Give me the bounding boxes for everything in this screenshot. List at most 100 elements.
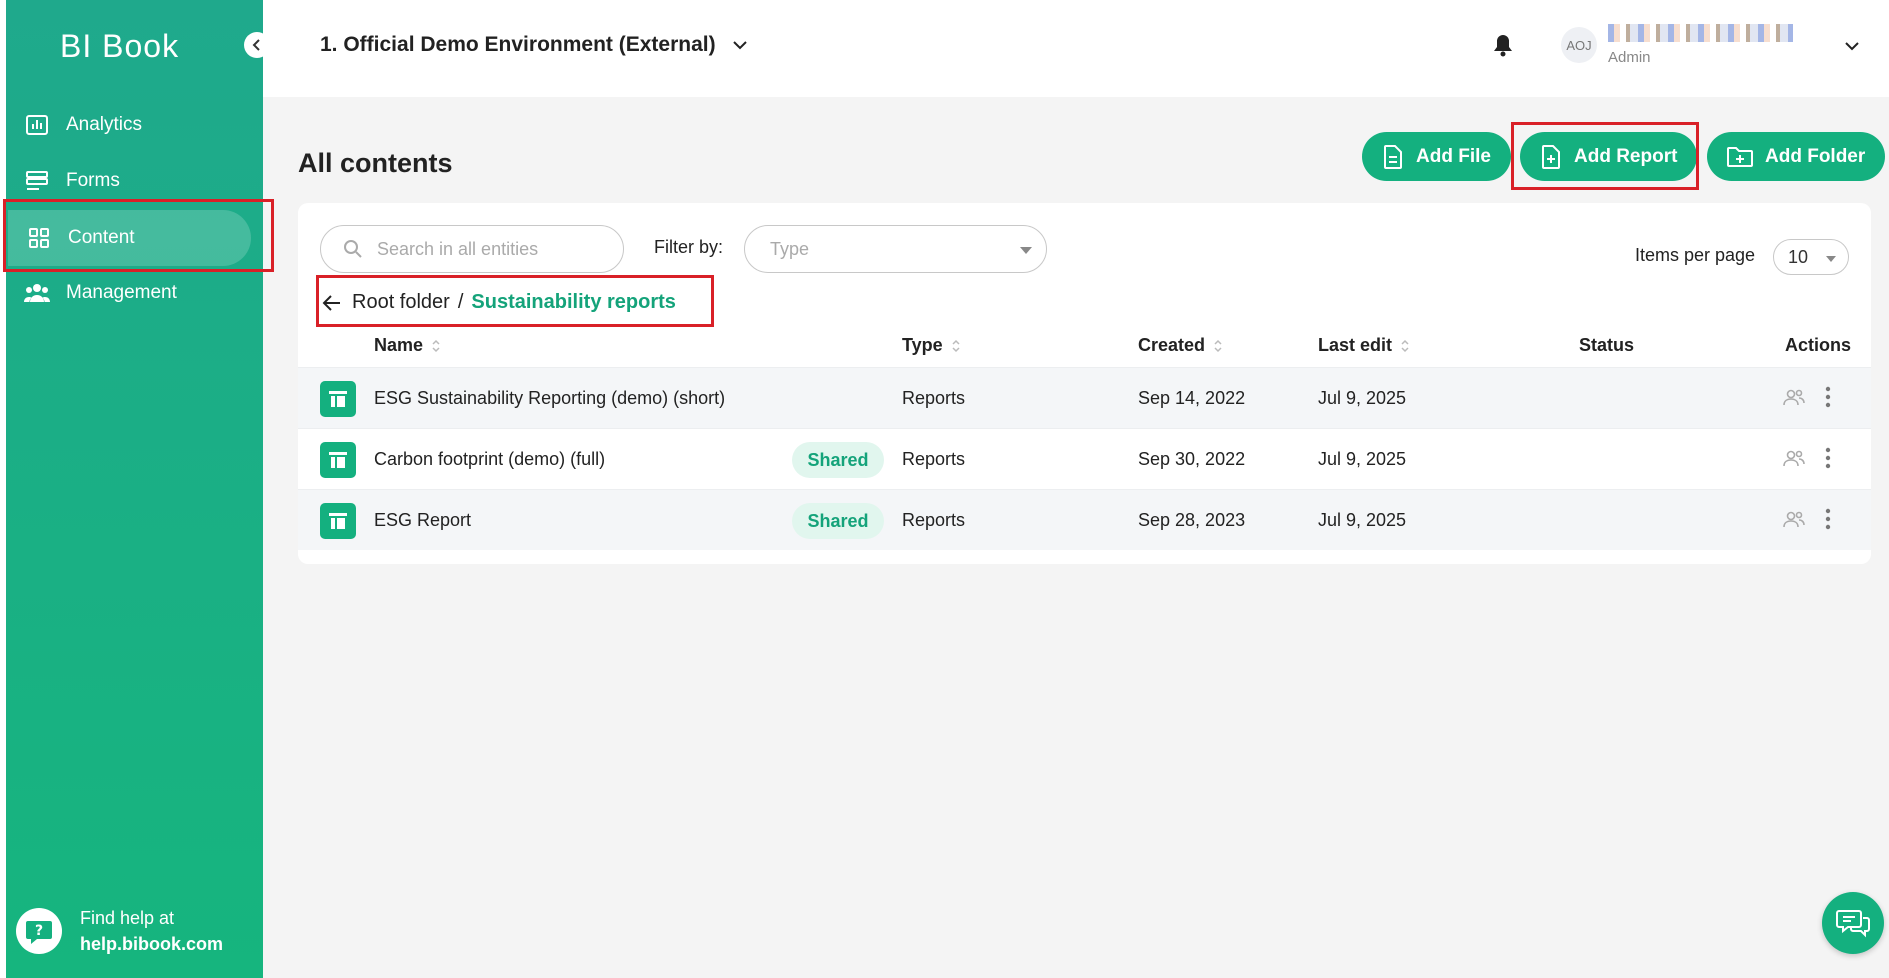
sidebar-item-forms[interactable]: Forms xyxy=(6,153,252,209)
add-folder-label: Add Folder xyxy=(1765,145,1866,167)
items-per-page-value: 10 xyxy=(1788,246,1809,267)
help-icon: ? xyxy=(16,908,62,954)
sidebar-item-management[interactable]: Management xyxy=(6,265,252,321)
sort-icon xyxy=(1401,339,1409,352)
add-report-button[interactable]: Add Report xyxy=(1520,132,1698,181)
breadcrumb-root[interactable]: Root folder xyxy=(352,291,450,314)
row-name[interactable]: ESG Report xyxy=(374,490,471,551)
column-type-label: Type xyxy=(902,335,943,355)
help-link[interactable]: ? Find help at help.bibook.com xyxy=(16,905,223,957)
chevron-down-icon xyxy=(1845,42,1859,51)
type-placeholder: Type xyxy=(770,238,810,259)
user-menu-toggle[interactable] xyxy=(1844,38,1860,56)
share-icon[interactable] xyxy=(1783,388,1805,411)
row-created: Sep 28, 2023 xyxy=(1138,510,1246,530)
sort-icon xyxy=(432,339,440,352)
column-actions-label: Actions xyxy=(1785,335,1852,355)
row-name[interactable]: ESG Sustainability Reporting (demo) (sho… xyxy=(374,368,725,429)
type-filter-select[interactable]: Type xyxy=(744,225,1047,273)
notifications-button[interactable] xyxy=(1492,33,1514,62)
shared-badge: Shared xyxy=(792,442,884,478)
column-status: Status xyxy=(1579,335,1634,356)
share-icon[interactable] xyxy=(1783,449,1805,472)
column-type[interactable]: Type xyxy=(902,335,961,356)
search-input[interactable]: Search in all entities xyxy=(320,225,624,273)
column-last-edit-label: Last edit xyxy=(1318,335,1393,355)
forms-icon xyxy=(24,168,50,194)
row-type: Reports xyxy=(902,388,966,408)
more-options-icon[interactable] xyxy=(1825,446,1831,475)
page-title: All contents xyxy=(298,148,453,178)
column-last-edit[interactable]: Last edit xyxy=(1318,335,1410,356)
row-created: Sep 30, 2022 xyxy=(1138,449,1246,469)
content-grid-icon xyxy=(26,225,52,251)
avatar[interactable]: AOJ xyxy=(1561,27,1597,63)
sidebar-item-content[interactable]: Content xyxy=(8,210,251,266)
column-actions: Actions xyxy=(1785,335,1851,356)
table-row[interactable]: ESG Sustainability Reporting (demo) (sho… xyxy=(298,367,1871,428)
search-placeholder: Search in all entities xyxy=(377,238,539,259)
filter-label: Filter by: xyxy=(654,237,724,257)
file-icon xyxy=(1384,144,1402,169)
help-url[interactable]: help.bibook.com xyxy=(80,931,223,957)
report-icon xyxy=(320,442,356,478)
file-plus-icon xyxy=(1542,144,1560,169)
user-name-redacted xyxy=(1608,24,1793,42)
content-card: Search in all entities Filter by: Type I… xyxy=(298,203,1871,564)
more-options-icon[interactable] xyxy=(1825,385,1831,414)
sidebar-item-label: Forms xyxy=(66,170,120,191)
chat-button[interactable] xyxy=(1822,892,1884,954)
sort-icon xyxy=(1214,339,1222,352)
items-per-page-select[interactable]: 10 xyxy=(1773,239,1849,275)
add-report-label: Add Report xyxy=(1574,145,1678,167)
breadcrumb-separator: / xyxy=(457,291,464,313)
add-file-button[interactable]: Add File xyxy=(1362,132,1511,181)
sidebar-item-label: Analytics xyxy=(66,114,143,135)
add-folder-button[interactable]: Add Folder xyxy=(1707,132,1886,181)
environment-name: 1. Official Demo Environment (External) xyxy=(320,33,716,56)
column-status-label: Status xyxy=(1579,335,1635,355)
arrow-left-icon[interactable] xyxy=(322,294,342,312)
shared-badge: Shared xyxy=(792,503,884,539)
add-file-label: Add File xyxy=(1416,145,1491,167)
column-name[interactable]: Name xyxy=(374,335,441,356)
column-created-label: Created xyxy=(1138,335,1206,355)
environment-selector[interactable]: 1. Official Demo Environment (External) xyxy=(320,33,748,57)
search-icon xyxy=(344,240,362,258)
breadcrumb: Root folder / Sustainability reports xyxy=(322,291,676,314)
share-icon[interactable] xyxy=(1783,510,1805,533)
svg-text:?: ? xyxy=(35,923,43,939)
chevron-left-icon xyxy=(252,39,260,51)
folder-plus-icon xyxy=(1727,146,1753,167)
column-name-label: Name xyxy=(374,335,424,355)
collapse-sidebar-button[interactable] xyxy=(244,32,270,58)
table-row[interactable]: Carbon footprint (demo) (full) Shared Re… xyxy=(298,428,1871,489)
chevron-down-icon xyxy=(732,41,747,50)
row-name[interactable]: Carbon footprint (demo) (full) xyxy=(374,429,605,490)
row-created: Sep 14, 2022 xyxy=(1138,388,1246,408)
sort-icon xyxy=(952,339,960,352)
items-per-page-label: Items per page xyxy=(1635,245,1756,265)
analytics-icon xyxy=(24,112,50,138)
breadcrumb-current: Sustainability reports xyxy=(471,291,676,313)
table-row[interactable]: ESG Report Shared Reports Sep 28, 2023 J… xyxy=(298,489,1871,550)
sidebar-item-analytics[interactable]: Analytics xyxy=(6,97,252,153)
report-icon xyxy=(320,381,356,417)
row-type: Reports xyxy=(902,510,966,530)
people-icon xyxy=(24,280,50,306)
row-last-edit: Jul 9, 2025 xyxy=(1318,510,1407,530)
row-type: Reports xyxy=(902,449,966,469)
bell-icon xyxy=(1494,35,1512,57)
help-text-line1: Find help at xyxy=(80,908,175,928)
user-role: Admin xyxy=(1608,49,1651,66)
sidebar: BI Book Analytics Forms Content Manageme… xyxy=(6,0,263,978)
sidebar-item-label: Management xyxy=(66,282,177,303)
report-icon xyxy=(320,503,356,539)
caret-down-icon xyxy=(1020,247,1032,254)
column-created[interactable]: Created xyxy=(1138,335,1223,356)
table-header: Name Type Created Last edit Status Actio… xyxy=(298,331,1871,361)
top-bar: 1. Official Demo Environment (External) … xyxy=(263,0,1889,97)
chat-icon xyxy=(1836,910,1870,938)
more-options-icon[interactable] xyxy=(1825,507,1831,536)
app-logo: BI Book xyxy=(60,28,180,64)
